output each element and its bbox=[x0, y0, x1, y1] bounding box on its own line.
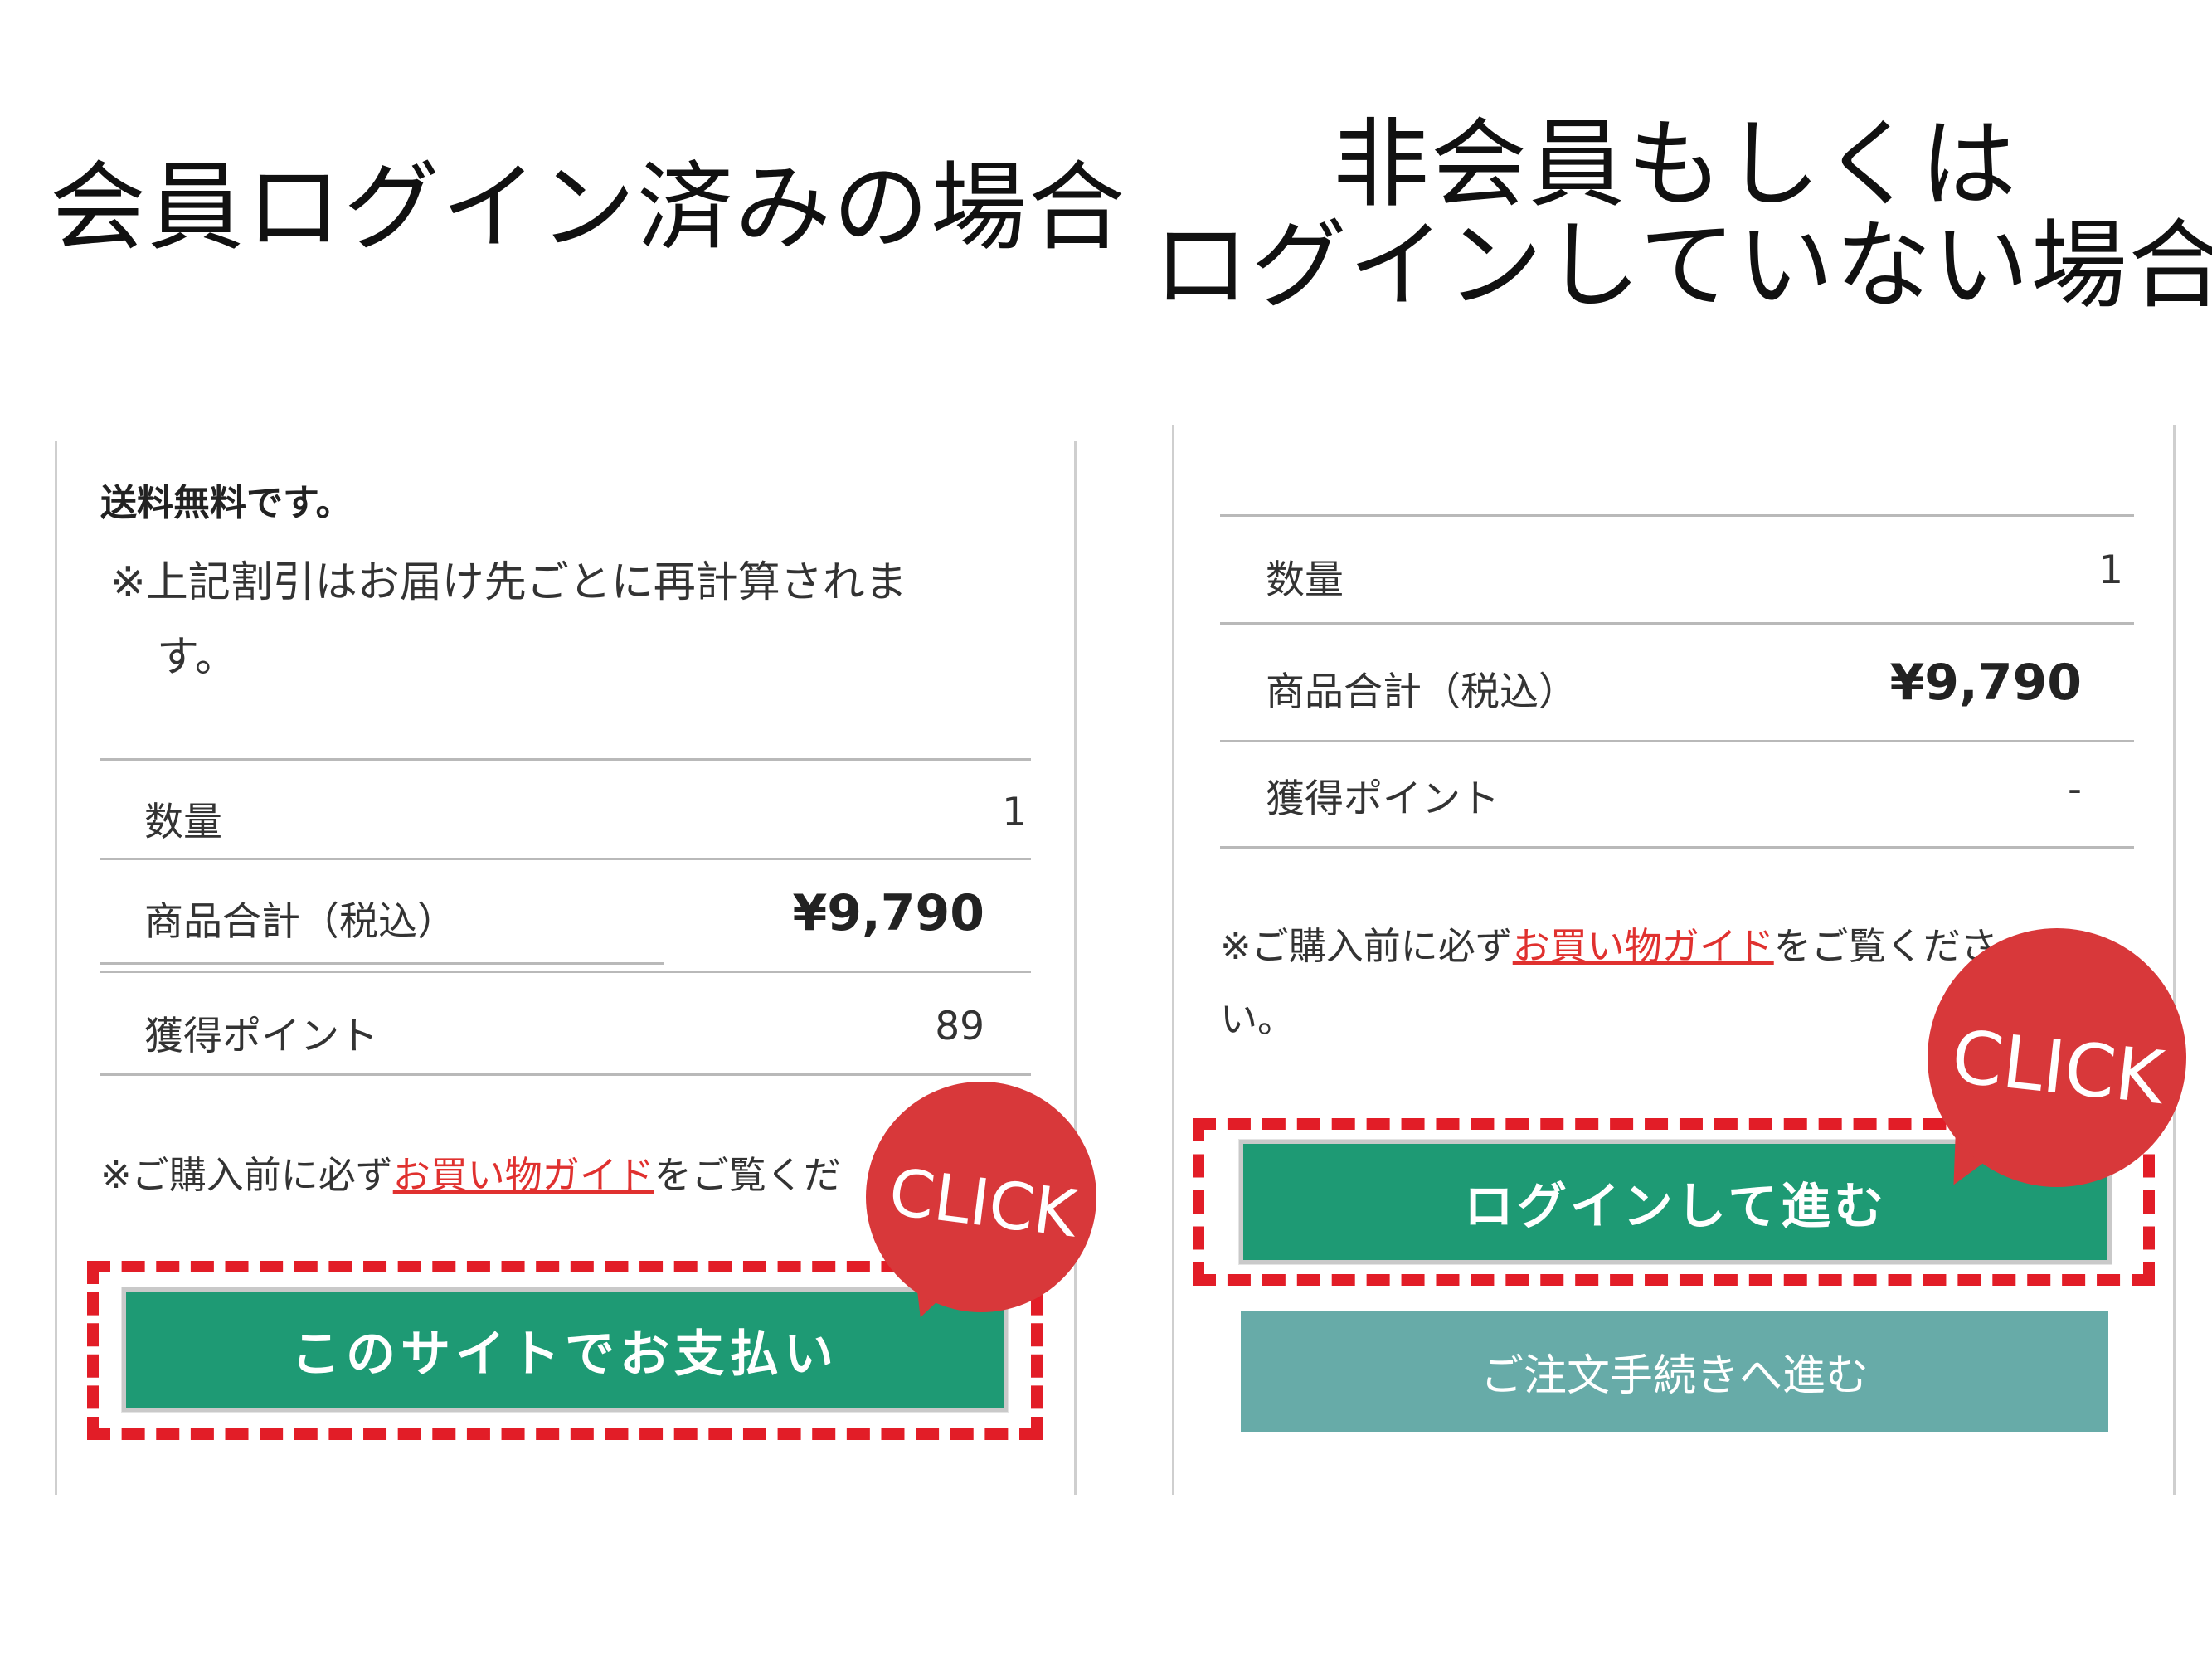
row-divider bbox=[100, 858, 1031, 860]
quantity-label: 数量 bbox=[1266, 557, 1344, 603]
subtotal-price: ¥9,790 bbox=[792, 884, 984, 942]
points-label: 獲得ポイント bbox=[1266, 776, 1500, 822]
guide-note-suffix: をご覧くだ bbox=[654, 1153, 841, 1197]
row-divider bbox=[100, 758, 1031, 761]
heading-non-member-line1: 非会員もしくは bbox=[1333, 109, 2018, 221]
shipping-free-text: 送料無料です。 bbox=[100, 482, 352, 524]
quantity-value: 1 bbox=[2098, 547, 2123, 593]
row-divider bbox=[100, 1073, 1031, 1076]
guide-note-prefix: ※ご購入前に必ず bbox=[1220, 924, 1513, 968]
row-divider bbox=[1220, 622, 2134, 625]
row-divider bbox=[100, 962, 664, 965]
subtotal-price: ¥9,790 bbox=[1889, 654, 2082, 712]
guide-note-line2: い。 bbox=[1220, 997, 1296, 1041]
shopping-guide-link[interactable]: お買い物ガイド bbox=[1513, 924, 1774, 968]
heading-non-member: 非会員もしくは ログインしていない場合 bbox=[1153, 109, 2212, 322]
guide-note-prefix: ※ご購入前に必ず bbox=[100, 1153, 393, 1197]
cart-summary-logged-in: 送料無料です。 ※上記割引はお届け先ごとに再計算されま す。 数量 1 商品合計… bbox=[55, 441, 1077, 1495]
points-value: 89 bbox=[935, 1004, 984, 1049]
points-label: 獲得ポイント bbox=[144, 1014, 378, 1059]
row-divider bbox=[100, 971, 1031, 973]
quantity-value: 1 bbox=[1002, 790, 1027, 835]
points-value: - bbox=[2068, 766, 2082, 812]
subtotal-label: 商品合計（税込） bbox=[1266, 669, 1578, 715]
row-divider bbox=[1220, 846, 2134, 849]
shopping-guide-link[interactable]: お買い物ガイド bbox=[393, 1153, 654, 1197]
heading-member-logged-in: 会員ログイン済みの場合 bbox=[50, 152, 1126, 264]
row-divider bbox=[1220, 514, 2134, 517]
click-badge-right: CLICK bbox=[1924, 925, 2190, 1199]
quantity-label: 数量 bbox=[144, 800, 222, 845]
click-badge-left: CLICK bbox=[863, 1078, 1096, 1327]
proceed-to-order-button[interactable]: ご注文手続きへ進む bbox=[1241, 1311, 2108, 1432]
row-divider bbox=[1220, 740, 2134, 742]
subtotal-label: 商品合計（税込） bbox=[144, 899, 456, 945]
recalc-note-line1: ※上記割引はお届け先ごとに再計算されま bbox=[110, 558, 907, 607]
recalc-note-line2: す。 bbox=[157, 633, 237, 682]
guide-note: ※ご購入前に必ずお買い物ガイドをご覧くだ bbox=[100, 1145, 841, 1199]
heading-non-member-line2: ログインしていない場合 bbox=[1153, 210, 2212, 322]
guide-note: ※ご購入前に必ずお買い物ガイドをご覧くださ bbox=[1220, 916, 1998, 970]
